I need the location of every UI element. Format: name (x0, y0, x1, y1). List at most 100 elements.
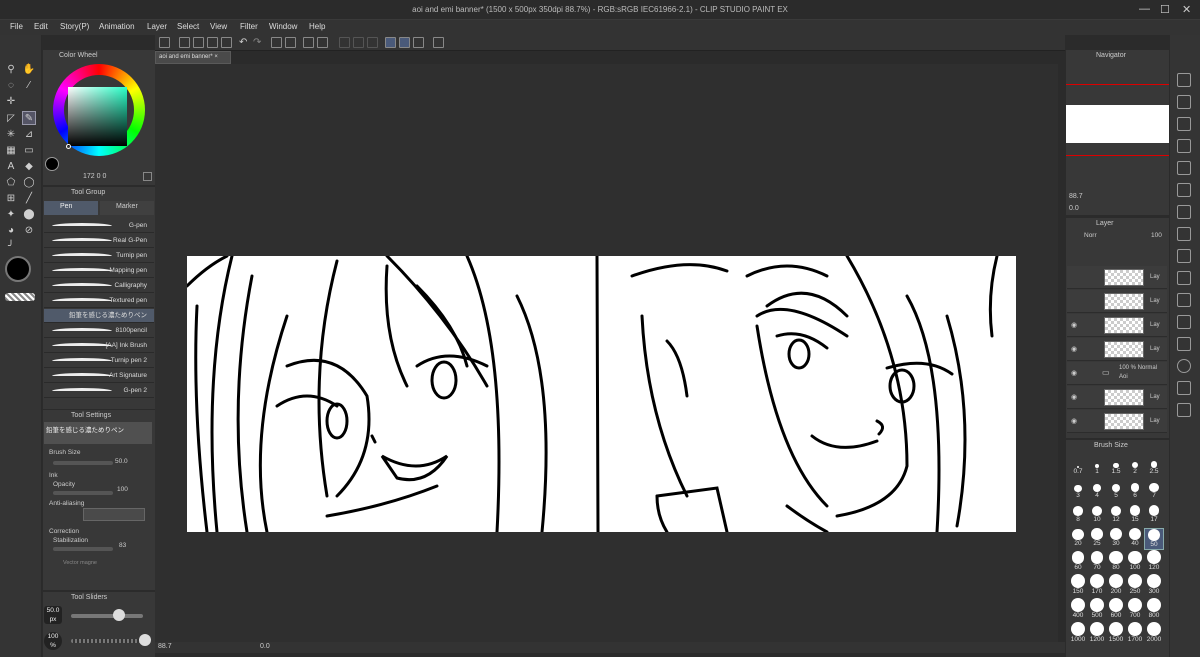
brush-item-selected[interactable]: 鉛筆を感じる濃ためりペン (44, 309, 154, 323)
layer-row[interactable]: Lay (1067, 290, 1167, 313)
drop-tool-icon[interactable]: ⬤ (22, 208, 36, 222)
balloon-tool-icon[interactable]: ⬠ (4, 176, 18, 190)
menu-filter[interactable]: Filter (240, 22, 258, 31)
brush-item[interactable]: Turnip pen (44, 249, 154, 263)
brush-size-option[interactable]: 5 (1106, 480, 1126, 502)
layer-row[interactable]: ◉ Lay (1067, 338, 1167, 361)
item-bank-icon[interactable] (1177, 403, 1191, 417)
tab-close-icon[interactable]: × (214, 54, 218, 60)
brush-item[interactable]: G-pen 2 (44, 384, 154, 398)
brush-item[interactable]: Textured pen (44, 294, 154, 308)
info-icon[interactable] (1177, 359, 1191, 373)
brush-size-option[interactable]: 8 (1068, 504, 1088, 526)
menu-help[interactable]: Help (309, 22, 325, 31)
brush-size-option[interactable]: 200 (1106, 574, 1126, 598)
menu-window[interactable]: Window (269, 22, 297, 31)
eraser-tool-icon[interactable]: ◆ (22, 160, 36, 174)
search-layer-icon[interactable] (1177, 337, 1191, 351)
brush-item[interactable]: [AA] Ink Brush (44, 339, 154, 353)
visibility-eye-icon[interactable]: ◉ (1071, 417, 1077, 425)
brush-size-option[interactable]: 1000 (1068, 622, 1088, 646)
visibility-eye-icon[interactable]: ◉ (1071, 345, 1077, 353)
brush-item[interactable]: 8100pencil (44, 324, 154, 338)
layer-folder-row[interactable]: ◉ ▭ 100 % Normal Aoi (1067, 362, 1167, 385)
help-icon[interactable] (433, 37, 444, 48)
brush-size-option[interactable]: 60 (1068, 551, 1088, 574)
brush-size-option[interactable]: 100 (1125, 550, 1145, 574)
decoration-tool-icon[interactable]: ⊿ (22, 128, 36, 142)
visibility-eye-icon[interactable]: ◉ (1071, 393, 1077, 401)
redo-icon[interactable]: ↷ (253, 37, 264, 48)
brush-size-option[interactable]: 80 (1106, 550, 1126, 574)
invert-selection-icon[interactable] (353, 37, 364, 48)
tab-document[interactable]: aoi and emi banner* × (155, 51, 231, 64)
stabilization-slider[interactable] (53, 547, 113, 551)
sub-view-icon[interactable] (1177, 271, 1191, 285)
gradient-tool-icon[interactable]: ▦ (4, 144, 18, 158)
tab-marker[interactable]: Marker (100, 201, 154, 215)
main-color-swatch[interactable] (5, 256, 31, 282)
brush-size-option[interactable]: 30 (1106, 528, 1126, 550)
close-icon[interactable]: ✕ (1182, 3, 1191, 16)
zoom-tool-icon[interactable]: ⚲ (4, 63, 18, 77)
opacity-slider-knob[interactable] (139, 634, 151, 646)
brush-item[interactable]: Art Signature (44, 369, 154, 383)
brush-size-option[interactable]: 12 (1106, 504, 1126, 526)
eyedropper-tool-icon[interactable]: ⁄ (22, 79, 36, 93)
visibility-eye-icon[interactable]: ◉ (1071, 369, 1077, 377)
brush-size-option[interactable]: 300 (1144, 574, 1164, 598)
layer-row[interactable]: ◉ Lay (1067, 314, 1167, 337)
canvas-artwork[interactable] (187, 256, 1016, 532)
fill-icon[interactable] (285, 37, 296, 48)
deselect-icon[interactable] (317, 37, 328, 48)
brush-size-option[interactable]: 4 (1087, 480, 1107, 502)
navigator-preview[interactable] (1066, 105, 1169, 143)
correct-line-tool-icon[interactable]: ✦ (4, 208, 18, 222)
brush-size-option[interactable]: 1700 (1125, 622, 1145, 646)
brush-item[interactable]: Calligraphy (44, 279, 154, 293)
blend-tool-icon[interactable]: ◯ (22, 176, 36, 190)
brush-size-option[interactable]: 2 (1125, 456, 1145, 478)
brush-size-option[interactable]: 17 (1144, 504, 1164, 526)
material-icon[interactable] (1177, 227, 1191, 241)
menu-layer[interactable]: Layer (147, 22, 167, 31)
menu-file[interactable]: File (10, 22, 23, 31)
new-file-icon[interactable] (179, 37, 190, 48)
color-picker-cursor[interactable] (66, 144, 71, 149)
export-icon[interactable] (221, 37, 232, 48)
crop-icon[interactable] (339, 37, 350, 48)
selection-border-icon[interactable] (367, 37, 378, 48)
brush-size-option[interactable]: 600 (1106, 598, 1126, 622)
material-icon[interactable] (1177, 249, 1191, 263)
saturation-value-square[interactable] (68, 87, 127, 146)
operation-tool-icon[interactable]: ◸ (4, 112, 18, 126)
brush-size-slider[interactable] (53, 461, 113, 465)
pen-tool-icon[interactable]: ✎ (22, 111, 36, 125)
maximize-icon[interactable]: ☐ (1160, 3, 1170, 16)
brush-item[interactable]: Mapping pen (44, 264, 154, 278)
brush-size-option[interactable]: 40 (1125, 527, 1145, 550)
brush-size-option[interactable]: 3 (1068, 480, 1088, 502)
material-icon[interactable] (1177, 205, 1191, 219)
visibility-eye-icon[interactable]: ◉ (1071, 321, 1077, 329)
brush-size-option[interactable]: 10 (1087, 504, 1107, 526)
snap-special-ruler-icon[interactable] (399, 37, 410, 48)
size-slider-knob[interactable] (113, 609, 125, 621)
layer-row[interactable]: Lay (1067, 266, 1167, 289)
brush-size-option[interactable]: 1.5 (1106, 456, 1126, 478)
clear-icon[interactable] (271, 37, 282, 48)
material-icon[interactable] (1177, 161, 1191, 175)
brush-size-option[interactable]: 1200 (1087, 622, 1107, 646)
brush-size-option[interactable]: 2000 (1144, 622, 1164, 646)
brush-size-option[interactable]: 7 (1144, 480, 1164, 502)
frame-tool-icon[interactable]: ⊞ (4, 192, 18, 206)
material-icon[interactable] (1177, 95, 1191, 109)
tab-pen[interactable]: Pen (44, 201, 98, 215)
fill-tool-icon[interactable]: ▭ (22, 144, 36, 158)
menu-edit[interactable]: Edit (34, 22, 48, 31)
menu-animation[interactable]: Animation (99, 22, 135, 31)
material-icon[interactable] (1177, 117, 1191, 131)
brush-size-option[interactable]: 6 (1125, 480, 1145, 502)
snap-grid-icon[interactable] (413, 37, 424, 48)
auto-action-icon[interactable] (1177, 381, 1191, 395)
